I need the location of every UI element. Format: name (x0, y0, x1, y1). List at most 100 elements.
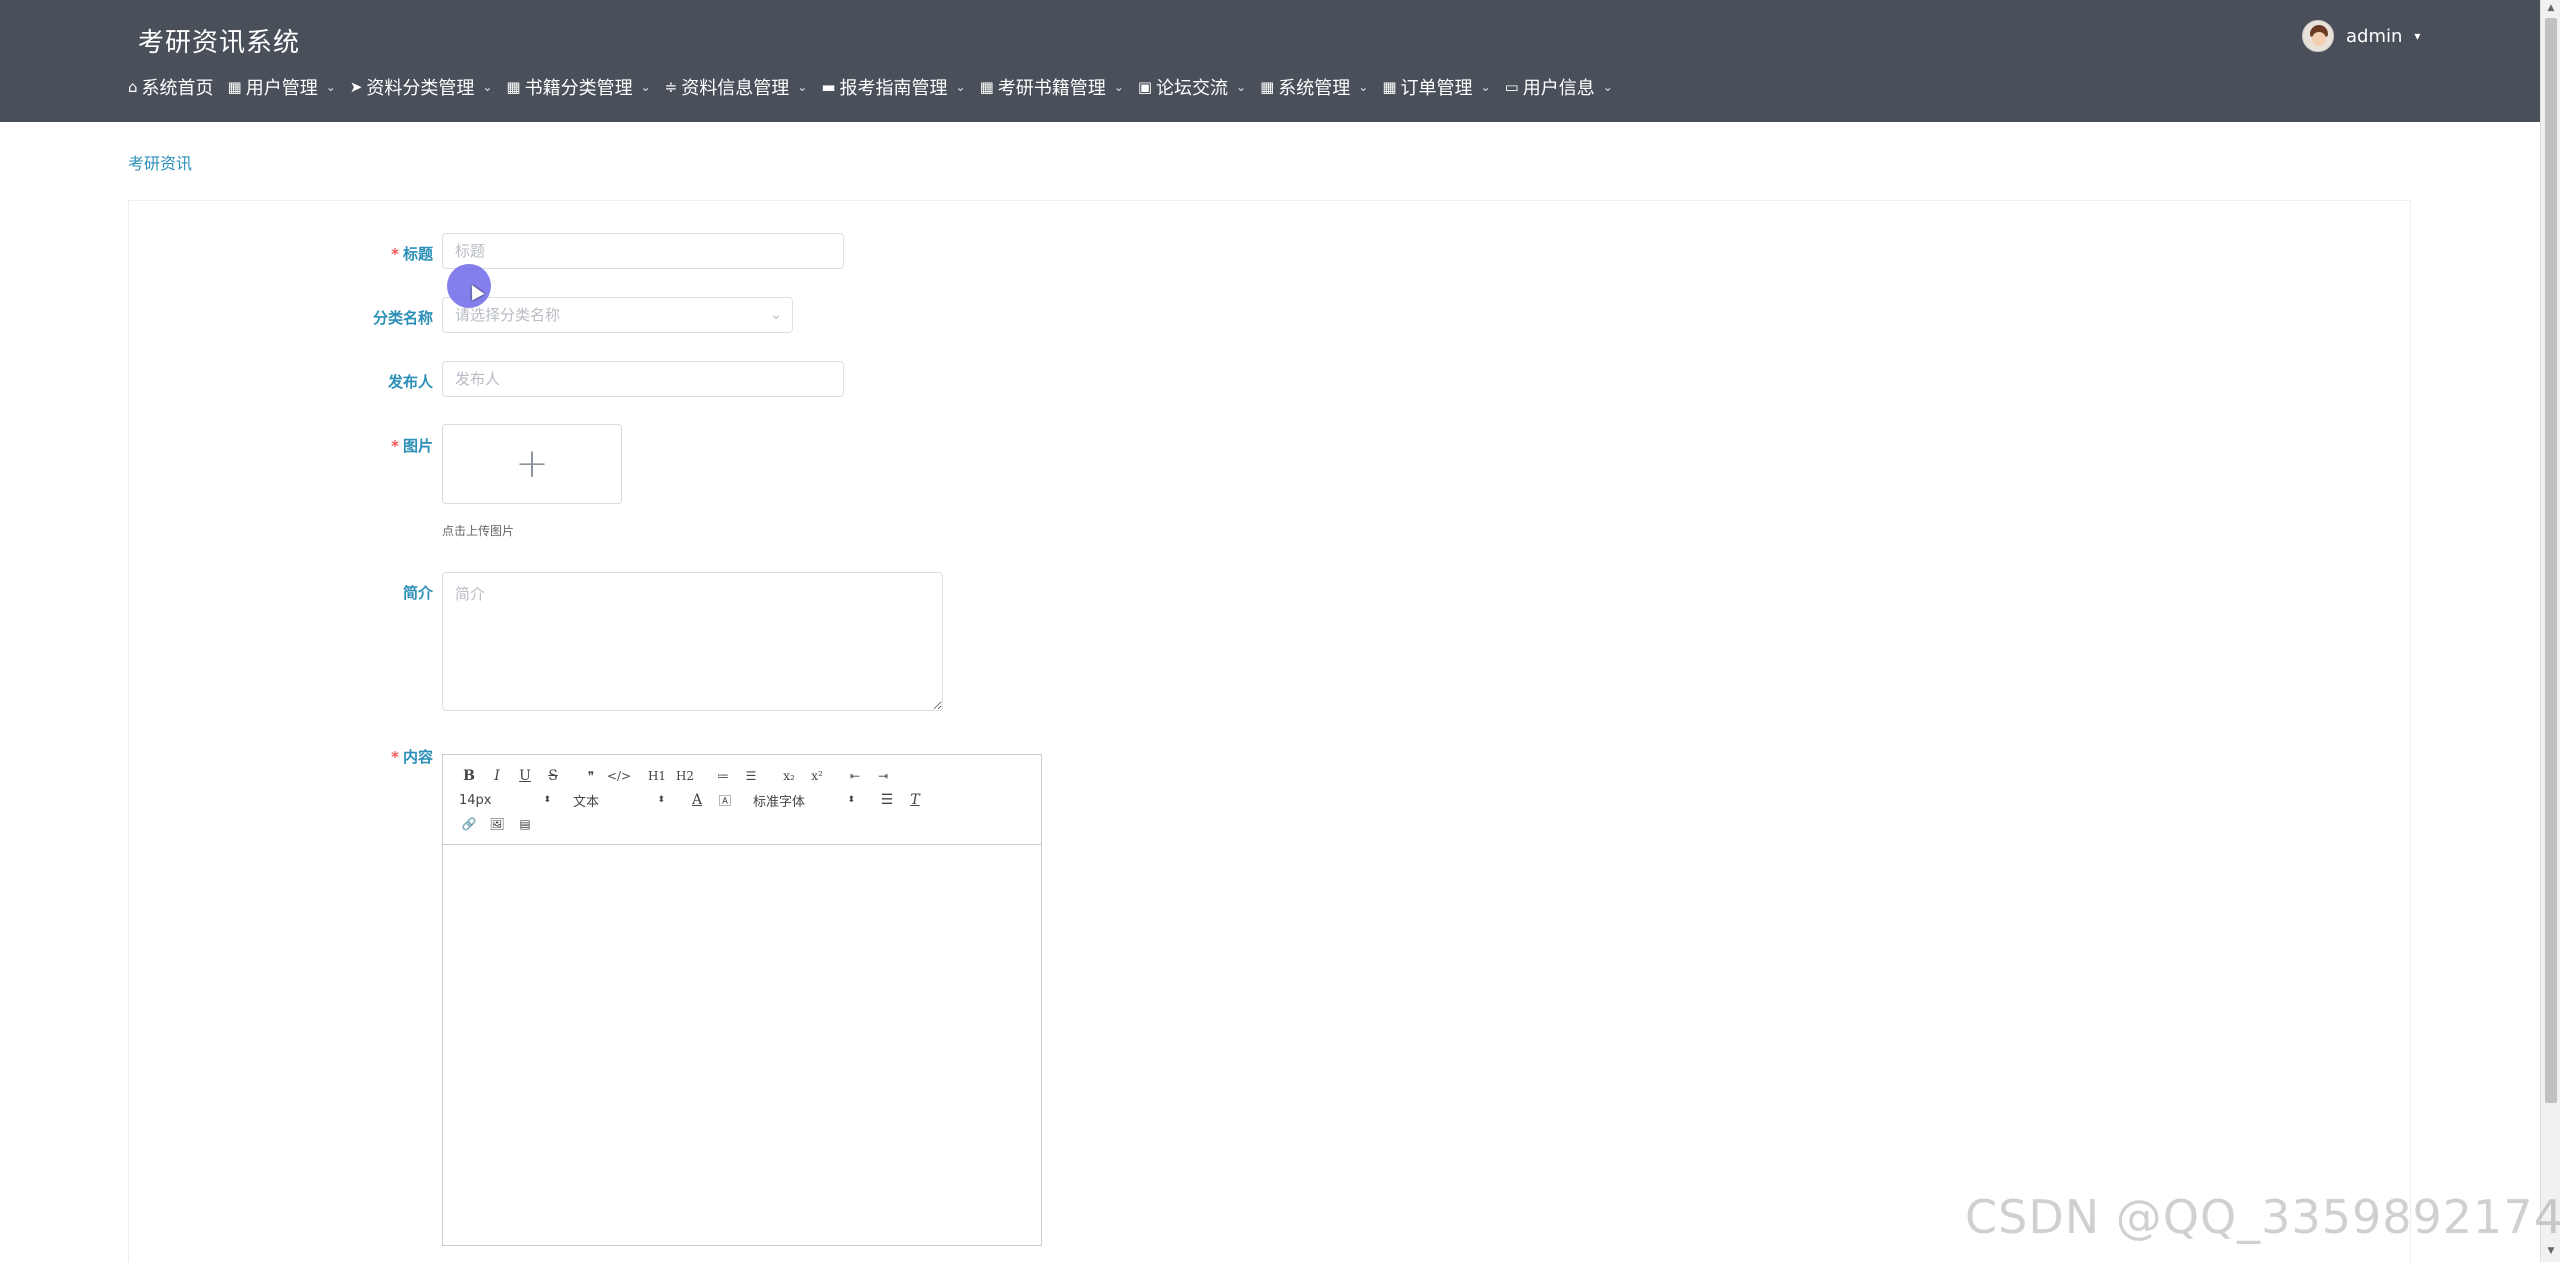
toolbar-row-insert: 🔗 🖼 ▤ (455, 813, 539, 835)
publisher-label: 发布人 (387, 373, 433, 391)
font-color-icon[interactable]: A (683, 792, 711, 808)
card-icon: ▭ (1504, 78, 1519, 96)
chevron-down-icon: ⌄ (640, 80, 651, 94)
publisher-input[interactable] (442, 361, 844, 397)
italic-icon[interactable]: I (483, 768, 511, 784)
font-family-select[interactable]: 标准字体 ⬍ (749, 791, 859, 810)
underline-icon[interactable]: U (511, 768, 539, 784)
nav-item-10[interactable]: ▭ 用户信息 ⌄ (1505, 74, 1613, 100)
nav-item-5[interactable]: ▬ 报考指南管理 ⌄ (821, 74, 965, 100)
bold-icon[interactable]: B (455, 768, 483, 784)
nav-item-1[interactable]: ▦ 用户管理 ⌄ (228, 74, 336, 100)
chat-icon: ▬ (821, 78, 836, 96)
nav-item-label: 论坛交流 (1156, 78, 1228, 99)
h2-icon[interactable]: H2 (671, 769, 699, 783)
nav-item-8[interactable]: ▦ 系统管理 ⌄ (1260, 74, 1368, 100)
updown-icon: ⬍ (543, 794, 551, 805)
chevron-down-icon: ⌄ (955, 80, 966, 94)
scroll-up-icon[interactable]: ▲ (2545, 3, 2557, 13)
nav-item-4[interactable]: ≑ 资料信息管理 ⌄ (665, 74, 808, 100)
nav-item-2[interactable]: ➤ 资料分类管理 ⌄ (350, 74, 493, 100)
clear-format-icon[interactable]: T (901, 792, 929, 808)
scroll-down-icon[interactable]: ▼ (2545, 1246, 2557, 1256)
outdent-icon[interactable]: ⇤ (841, 769, 869, 783)
nav-item-label: 考研书籍管理 (997, 78, 1106, 99)
nav-item-7[interactable]: ▣ 论坛交流 ⌄ (1138, 74, 1246, 100)
upload-tip: 点击上传图片 (442, 524, 515, 538)
nav-item-0[interactable]: ⌂ 系统首页 (128, 74, 214, 100)
nav-item-label: 系统管理 (1278, 78, 1351, 99)
required-mark: * (391, 245, 399, 263)
title-input[interactable] (442, 233, 844, 269)
grid-icon: ▦ (506, 78, 521, 96)
font-size-select[interactable]: 14px ⬍ (455, 793, 555, 808)
subscript-icon[interactable]: x₂ (775, 769, 803, 783)
chevron-down-icon: ⌄ (1480, 80, 1491, 94)
scrollbar-thumb[interactable] (2545, 18, 2557, 1103)
updown-icon: ⬍ (847, 794, 855, 805)
user-menu[interactable]: admin ▾ (2302, 20, 2420, 52)
category-label: 分类名称 (372, 309, 433, 327)
breadcrumb[interactable]: 考研资讯 (128, 150, 192, 174)
superscript-icon[interactable]: x² (803, 769, 831, 783)
grid-icon: ▦ (1382, 78, 1397, 96)
nav-item-label: 订单管理 (1400, 78, 1473, 99)
strike-icon[interactable]: S (539, 768, 567, 784)
home-icon: ⌂ (128, 78, 138, 96)
send-icon: ➤ (349, 78, 363, 96)
nav-item-label: 资料分类管理 (366, 78, 475, 99)
align-icon[interactable]: ☰ (873, 792, 901, 808)
h1-icon[interactable]: H1 (643, 769, 671, 783)
chevron-down-icon: ⌄ (770, 307, 782, 323)
quote-icon[interactable]: ❞ (577, 769, 605, 783)
grid-icon: ▦ (979, 78, 994, 96)
avatar[interactable] (2302, 20, 2334, 52)
chevron-down-icon: ⌄ (1358, 80, 1369, 94)
image-upload[interactable]: + (442, 424, 622, 504)
chevron-down-icon: ⌄ (325, 80, 336, 94)
grid-icon: ▦ (227, 78, 242, 96)
code-icon[interactable]: </> (605, 769, 633, 783)
ordered-list-icon[interactable]: ≔ (709, 769, 737, 783)
category-placeholder: 请选择分类名称 (455, 306, 561, 324)
indent-icon[interactable]: ⇥ (869, 769, 897, 783)
chevron-down-icon: ⌄ (1113, 80, 1124, 94)
toolbar-row-selects: 14px ⬍ 文本 ⬍ A 🄰 标准字体 ⬍ ☰ T (455, 789, 929, 811)
title-label: * 标题 (391, 245, 433, 263)
updown-icon: ⬍ (657, 794, 665, 805)
chevron-down-icon: ⌄ (482, 80, 493, 94)
link-icon[interactable]: 🔗 (455, 817, 483, 831)
rich-text-editor[interactable]: B I U S ❞ </> H1 H2 ≔ ☰ x₂ x² ⇤ ⇥ 14px ⬍ 文本 ⬍ A 🄰 标准字体 ⬍… (442, 754, 1042, 1246)
editor-toolbar: B I U S ❞ </> H1 H2 ≔ ☰ x₂ x² ⇤ ⇥ 14px ⬍ 文本 ⬍ A 🄰 标准字体 ⬍… (443, 755, 1041, 845)
app-title: 考研资讯系统 (138, 28, 301, 58)
nav-item-9[interactable]: ▦ 订单管理 ⌄ (1382, 74, 1490, 100)
watermark: CSDN @QQ_3359892174 (1965, 1190, 2560, 1244)
caret-down-icon[interactable]: ▾ (2414, 29, 2420, 43)
image-icon[interactable]: 🖼 (483, 817, 511, 831)
nav-item-6[interactable]: ▦ 考研书籍管理 ⌄ (980, 74, 1124, 100)
nav-item-3[interactable]: ▦ 书籍分类管理 ⌄ (506, 74, 650, 100)
editor-content-area[interactable] (443, 845, 1041, 1245)
top-header: 考研资讯系统 ⌂ 系统首页 ▦ 用户管理 ⌄ ➤ 资料分类管理 ⌄ ▦ 书籍分类管理 ⌄ ≑ 资料信息管… (0, 0, 2540, 122)
bullet-list-icon[interactable]: ☰ (737, 769, 765, 783)
sliders-icon: ≑ (664, 78, 678, 96)
nav-item-label: 资料信息管理 (681, 78, 790, 99)
header-select[interactable]: 文本 ⬍ (569, 791, 669, 810)
user-name[interactable]: admin (2346, 26, 2402, 47)
video-icon[interactable]: ▤ (511, 817, 539, 831)
page-scrollbar[interactable]: ▲ ▼ (2540, 0, 2560, 1262)
category-select[interactable]: 请选择分类名称 ⌄ (442, 297, 793, 333)
chevron-down-icon: ⌄ (1602, 80, 1613, 94)
nav-item-label: 用户信息 (1522, 78, 1595, 99)
grid-icon: ▦ (1260, 78, 1275, 96)
intro-label: 简介 (402, 584, 433, 602)
nav-item-label: 书籍分类管理 (524, 78, 633, 99)
nav-item-label: 系统首页 (141, 78, 214, 99)
main-nav: ⌂ 系统首页 ▦ 用户管理 ⌄ ➤ 资料分类管理 ⌄ ▦ 书籍分类管理 ⌄ ≑ 资料信息管理 ⌄ ▬ 报考指南… (128, 72, 1627, 102)
toolbar-row-format: B I U S ❞ </> H1 H2 ≔ ☰ x₂ x² ⇤ ⇥ (455, 765, 897, 787)
image-label: * 图片 (391, 437, 433, 455)
content-label: * 内容 (391, 748, 433, 766)
chevron-down-icon: ⌄ (1236, 80, 1247, 94)
intro-textarea[interactable] (442, 572, 943, 711)
background-color-icon[interactable]: 🄰 (711, 792, 739, 809)
